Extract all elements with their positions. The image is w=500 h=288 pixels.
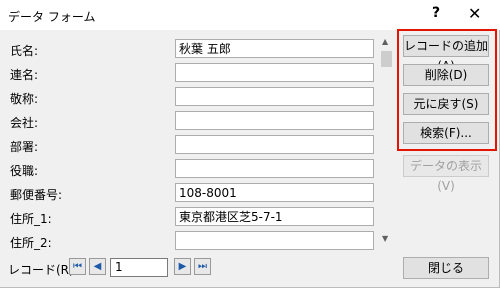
last-record-button[interactable]: ⏭	[194, 258, 211, 275]
record-number-input[interactable]: 1	[110, 258, 168, 277]
highlight-frame	[397, 29, 497, 151]
field-input-title[interactable]	[175, 87, 374, 106]
vertical-scrollbar[interactable]: ▲ ▼	[380, 37, 393, 247]
last-icon: ⏭	[198, 261, 207, 272]
scroll-down-icon[interactable]: ▼	[382, 234, 388, 243]
next-record-button[interactable]: ▶	[174, 258, 191, 275]
field-label-joint-name: 連名:	[10, 68, 39, 82]
field-input-postal-code[interactable]: 108-8001	[175, 183, 374, 202]
field-label-position: 役職:	[10, 164, 39, 178]
field-label-postal-code: 郵便番号:	[10, 188, 63, 202]
field-label-title: 敬称:	[10, 92, 39, 106]
field-input-address-1[interactable]: 東京都港区芝5-7-1	[175, 207, 374, 226]
field-input-company[interactable]	[175, 111, 374, 130]
show-data-button: データの表示(V)	[403, 155, 489, 193]
help-button[interactable]: ?	[432, 5, 440, 21]
close-button[interactable]: 閉じる	[403, 257, 489, 279]
scroll-up-icon[interactable]: ▲	[382, 37, 388, 46]
field-input-position[interactable]	[175, 159, 374, 178]
field-label-address-1: 住所_1:	[10, 212, 52, 226]
first-icon: ⏮	[73, 261, 82, 272]
title-bar: データ フォーム ? ✕	[0, 0, 500, 30]
prev-icon: ◀	[93, 261, 102, 272]
field-input-department[interactable]	[175, 135, 374, 154]
prev-record-button[interactable]: ◀	[89, 258, 106, 275]
field-input-name[interactable]: 秋葉 五郎	[175, 39, 374, 58]
window-title: データ フォーム	[8, 10, 96, 24]
record-label: レコード(R):	[8, 263, 78, 277]
field-input-joint-name[interactable]	[175, 63, 374, 82]
first-record-button[interactable]: ⏮	[69, 258, 86, 275]
field-label-address-2: 住所_2:	[10, 236, 52, 250]
field-input-address-2[interactable]	[175, 231, 374, 250]
next-icon: ▶	[178, 261, 187, 272]
field-label-name: 氏名:	[10, 44, 39, 58]
scroll-thumb[interactable]	[381, 51, 392, 67]
close-window-button[interactable]: ✕	[468, 4, 481, 23]
field-label-department: 部署:	[10, 140, 39, 154]
field-label-company: 会社:	[10, 116, 39, 130]
